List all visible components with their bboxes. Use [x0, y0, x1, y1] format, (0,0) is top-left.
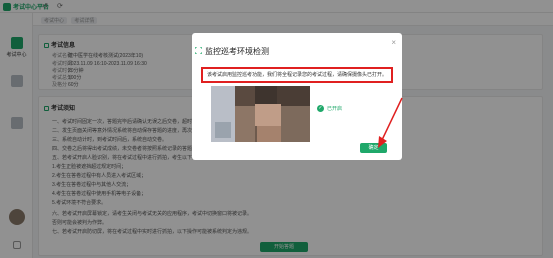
- camera-image: [211, 86, 310, 142]
- modal-title: 监控巡考环境检测: [205, 47, 269, 56]
- confirm-button[interactable]: 确定: [360, 143, 387, 153]
- check-icon: ✓: [317, 105, 324, 112]
- camera-status: ✓ 已开启: [317, 105, 342, 112]
- close-icon[interactable]: ×: [391, 38, 396, 47]
- camera-status-label: 已开启: [327, 106, 343, 112]
- scan-icon: [195, 47, 202, 54]
- monitor-notice: 该考试启用监控巡考功能，我们将全程记录您的考试过程，请确保摄像头已打开。: [201, 67, 393, 83]
- camera-preview: [211, 86, 310, 142]
- environment-check-modal: 监控巡考环境检测 × 该考试启用监控巡考功能，我们将全程记录您的考试过程，请确保…: [192, 33, 402, 160]
